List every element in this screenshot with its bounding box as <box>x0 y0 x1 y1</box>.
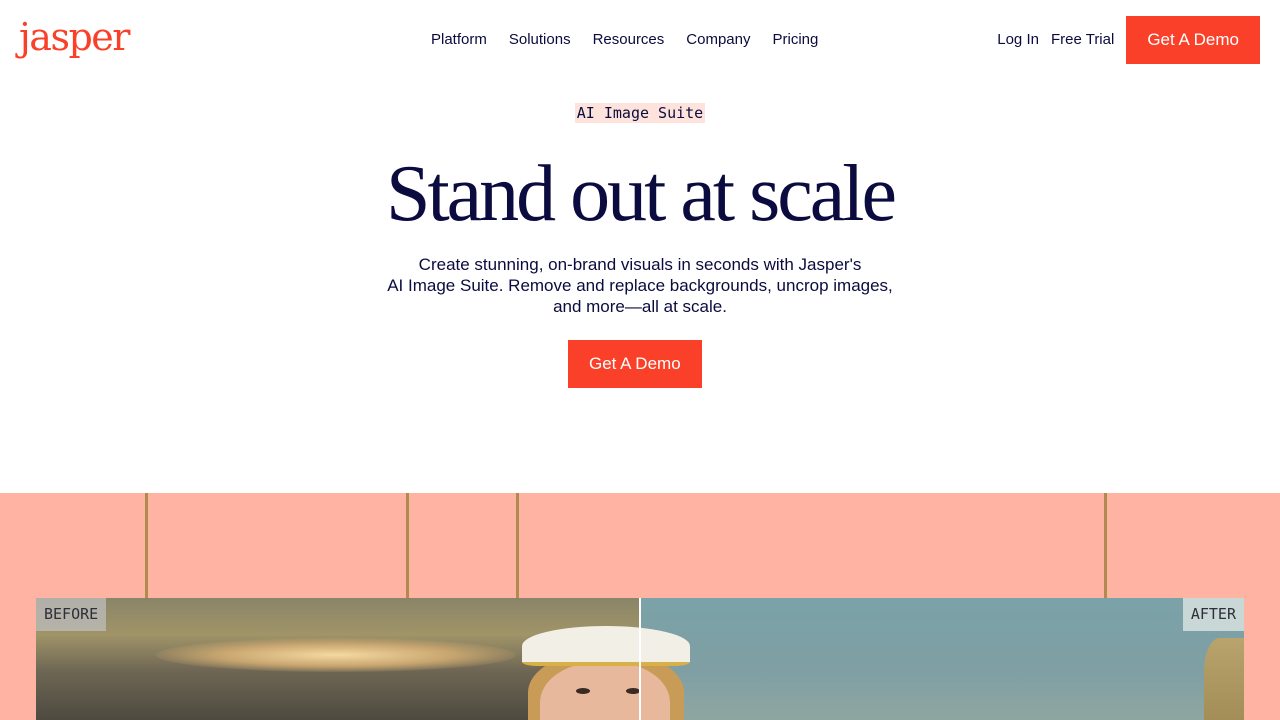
hero-subtitle-line-3: and more—all at scale. <box>553 297 727 316</box>
nav-item-solutions[interactable]: Solutions <box>498 29 582 51</box>
hero-subtitle: Create stunning, on-brand visuals in sec… <box>340 254 940 317</box>
site-header: jasper Platform Solutions Resources Comp… <box>0 0 1280 80</box>
hero-subtitle-line-1: Create stunning, on-brand visuals in sec… <box>418 255 862 274</box>
nav-item-pricing[interactable]: Pricing <box>761 29 829 51</box>
visor <box>522 626 690 666</box>
nav-item-platform[interactable]: Platform <box>420 29 498 51</box>
lamp-glow <box>156 638 516 672</box>
palm-tree <box>1204 638 1244 720</box>
hanging-rope <box>1104 493 1107 598</box>
free-trial-link[interactable]: Free Trial <box>1051 16 1114 64</box>
login-link[interactable]: Log In <box>997 16 1039 64</box>
image-showcase: BEFORE AFTER <box>0 493 1280 720</box>
hanging-rope <box>145 493 148 598</box>
eye <box>626 688 640 694</box>
after-label: AFTER <box>1182 598 1244 631</box>
nav-item-company[interactable]: Company <box>675 29 761 51</box>
hero-title: Stand out at scale <box>385 150 897 238</box>
comparison-slider-handle[interactable] <box>639 598 641 720</box>
nav-item-resources[interactable]: Resources <box>582 29 676 51</box>
tennis-player-photo <box>506 612 696 720</box>
jasper-logo[interactable]: jasper <box>19 14 130 60</box>
hero-badge: AI Image Suite <box>575 103 705 123</box>
main-nav: Platform Solutions Resources Company Pri… <box>420 29 829 51</box>
hanging-rope <box>516 493 519 598</box>
header-demo-button[interactable]: Get A Demo <box>1126 16 1260 64</box>
after-image <box>640 598 1244 720</box>
hero-demo-button[interactable]: Get A Demo <box>568 340 702 388</box>
hero-subtitle-line-2: AI Image Suite. Remove and replace backg… <box>387 276 893 295</box>
header-actions: Log In Free Trial Get A Demo <box>997 16 1260 64</box>
before-after-comparison[interactable]: BEFORE AFTER <box>36 598 1244 720</box>
eye <box>576 688 590 694</box>
before-label: BEFORE <box>36 598 107 631</box>
hanging-rope <box>406 493 409 598</box>
